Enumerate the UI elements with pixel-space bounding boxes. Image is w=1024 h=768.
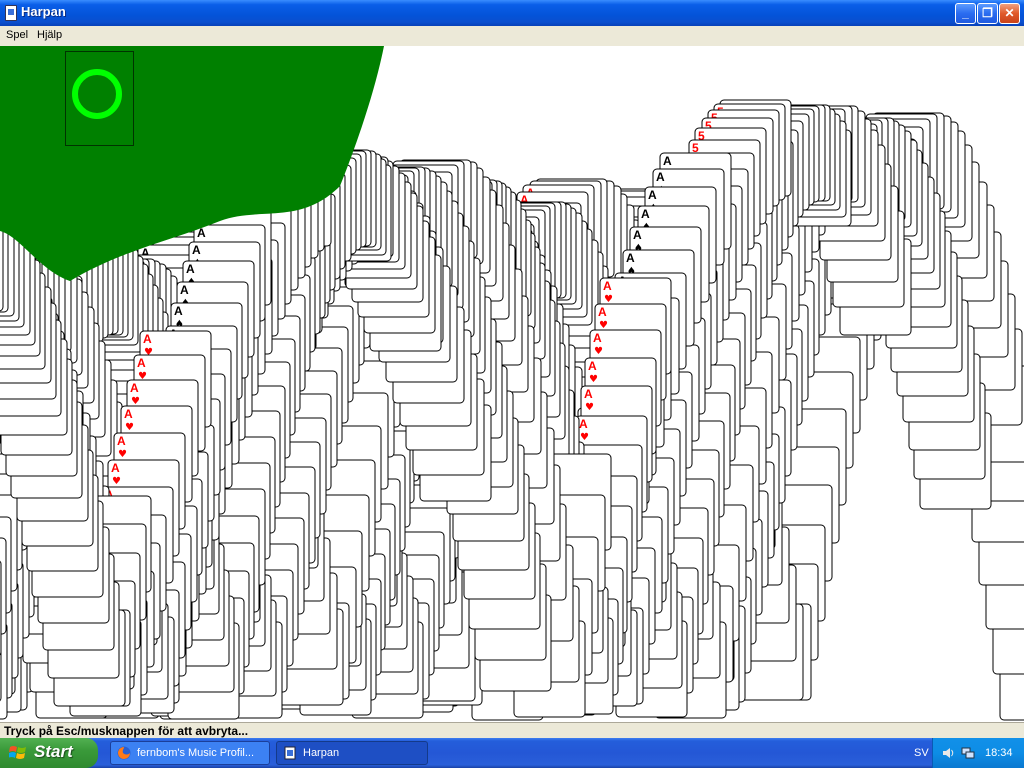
card-rank: A — [588, 359, 597, 373]
taskbar-item-label: fernbom's Music Profil... — [137, 747, 265, 759]
language-indicator[interactable]: SV — [914, 747, 929, 759]
card-rank: A — [593, 331, 602, 345]
card-rank: A — [143, 332, 152, 346]
clock: 18:34 — [985, 747, 1013, 759]
card-suit: ♥ — [118, 449, 127, 460]
close-button[interactable]: ✕ — [999, 3, 1020, 24]
card-rank: A — [603, 279, 612, 293]
card-rank: A — [137, 356, 146, 370]
card-rank: A — [633, 228, 642, 242]
card-rank: A — [598, 305, 607, 319]
card-suit: ♥ — [589, 374, 598, 385]
network-icon[interactable] — [961, 746, 975, 760]
solitaire-app-icon[interactable] — [5, 5, 17, 21]
card-rank: A — [192, 243, 201, 257]
card-rank: A — [174, 304, 183, 318]
menu-item-spel[interactable]: Spel — [6, 29, 28, 41]
card-suit: ♥ — [112, 476, 121, 487]
card-suit: ♥ — [585, 402, 594, 413]
card-suit: ♥ — [580, 432, 589, 443]
card-rank: A — [180, 283, 189, 297]
card: A♠ — [0, 560, 2, 656]
card-suit: ♥ — [131, 396, 140, 407]
volume-icon[interactable] — [941, 746, 955, 760]
menu-bar: Spel Hjälp — [0, 26, 1024, 46]
redeal-circle-icon[interactable] — [72, 69, 122, 119]
window-title: Harpan — [21, 4, 66, 19]
firefox-icon — [117, 746, 131, 760]
card-rank: A — [117, 434, 126, 448]
card-suit: ♥ — [125, 422, 134, 433]
taskbar-item-browser[interactable]: fernbom's Music Profil... — [110, 741, 270, 765]
card-rank: A — [648, 188, 657, 202]
card-suit: ♥ — [599, 320, 608, 331]
card-rank: A — [124, 407, 133, 421]
card-rank: A — [111, 461, 120, 475]
status-bar: Tryck på Esc/musknappen för att avbryta.… — [0, 722, 1024, 739]
card-rank: A — [663, 154, 672, 168]
start-button[interactable]: Start — [0, 738, 98, 768]
stock-pile[interactable] — [65, 51, 134, 146]
menu-item-hjalp[interactable]: Hjälp — [37, 29, 62, 41]
solitaire-icon — [284, 746, 296, 760]
card-rank: A — [584, 387, 593, 401]
title-bar[interactable]: Harpan _ ❐ ✕ — [0, 0, 1024, 26]
windows-logo-icon — [9, 746, 26, 759]
card-rank: A — [626, 251, 635, 265]
card-rank: A — [186, 262, 195, 276]
status-text: Tryck på Esc/musknappen för att avbryta.… — [4, 724, 248, 738]
game-board[interactable]: 2♥2♥2♥2♥2♥2♥2♥2♥2♥2♥2♥2♥2♥2♥2♥2♥2♥2♥2♥2♥… — [0, 46, 1024, 722]
maximize-button[interactable]: ❐ — [977, 3, 998, 24]
card-rank: A — [579, 417, 588, 431]
card-suit: ♥ — [594, 346, 603, 357]
card-rank: A — [656, 170, 665, 184]
card-suit: ♥ — [604, 294, 613, 305]
system-tray: 18:34 — [932, 738, 1024, 768]
minimize-button[interactable]: _ — [955, 3, 976, 24]
taskbar-item-harpan[interactable]: Harpan — [276, 741, 428, 765]
taskbar: Start fernbom's Music Profil... Harpan S… — [0, 738, 1024, 768]
taskbar-item-label: Harpan — [303, 747, 427, 759]
card-cascade-canvas: 2♥2♥2♥2♥2♥2♥2♥2♥2♥2♥2♥2♥2♥2♥2♥2♥2♥2♥2♥2♥… — [0, 46, 1024, 721]
card-rank: A — [130, 381, 139, 395]
card-rank: A — [641, 207, 650, 221]
start-label: Start — [34, 742, 73, 762]
